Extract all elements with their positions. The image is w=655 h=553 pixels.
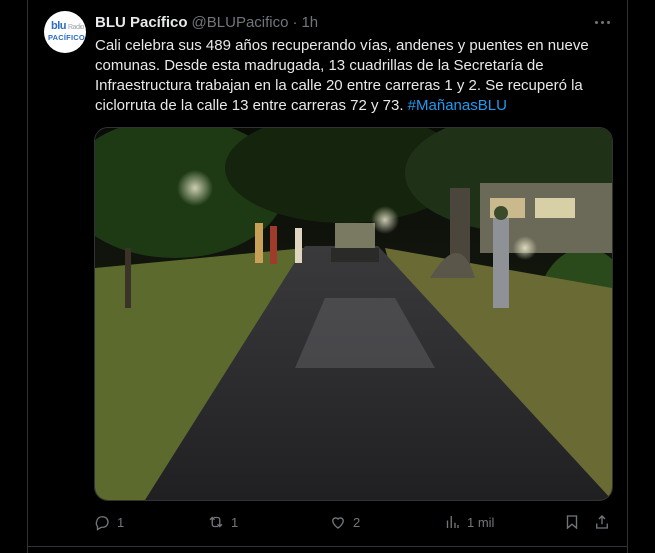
retweet-count: 1 [231, 514, 239, 530]
bookmark-icon [566, 515, 578, 530]
retweet-icon [209, 516, 223, 528]
reply-icon [95, 516, 109, 531]
like-button[interactable]: 2 [329, 511, 360, 533]
more-icon[interactable] [591, 12, 613, 32]
tweet-divider [27, 546, 627, 547]
reply-count: 1 [117, 514, 125, 530]
tweet-actions: 1 1 2 1 mil [93, 511, 615, 533]
avatar[interactable]: blu Radio PACÍFICO [44, 11, 86, 53]
avatar-logo-sub: PACÍFICO [48, 33, 85, 42]
tweet-text: Cali celebra sus 489 años recuperando ví… [95, 36, 615, 116]
timeline-border-left [27, 0, 28, 553]
like-icon [332, 517, 344, 529]
reply-button[interactable]: 1 [93, 511, 124, 533]
tweet-photo[interactable] [94, 127, 613, 501]
display-name[interactable]: BLU Pacífico [95, 14, 188, 31]
separator-dot: · [292, 13, 298, 31]
retweet-button[interactable]: 1 [207, 511, 238, 533]
user-handle[interactable]: @BLUPacifico [192, 14, 289, 31]
avatar-logo: blu Radio [51, 20, 84, 32]
bookmark-button[interactable] [563, 511, 581, 533]
views-count: 1 mil [467, 514, 495, 530]
timeline-border-right [627, 0, 628, 553]
views-icon [446, 516, 459, 528]
photo-scene [95, 128, 612, 500]
tweet-header: BLU Pacífico @BLUPacifico · 1h [95, 12, 318, 32]
share-button[interactable] [593, 511, 611, 533]
tweet-body: Cali celebra sus 489 años recuperando ví… [95, 37, 589, 114]
hashtag-link[interactable]: #MañanasBLU [408, 97, 507, 114]
timestamp[interactable]: 1h [301, 14, 318, 31]
like-count: 2 [353, 514, 361, 530]
share-icon [596, 515, 608, 529]
views-button[interactable]: 1 mil [443, 511, 494, 533]
